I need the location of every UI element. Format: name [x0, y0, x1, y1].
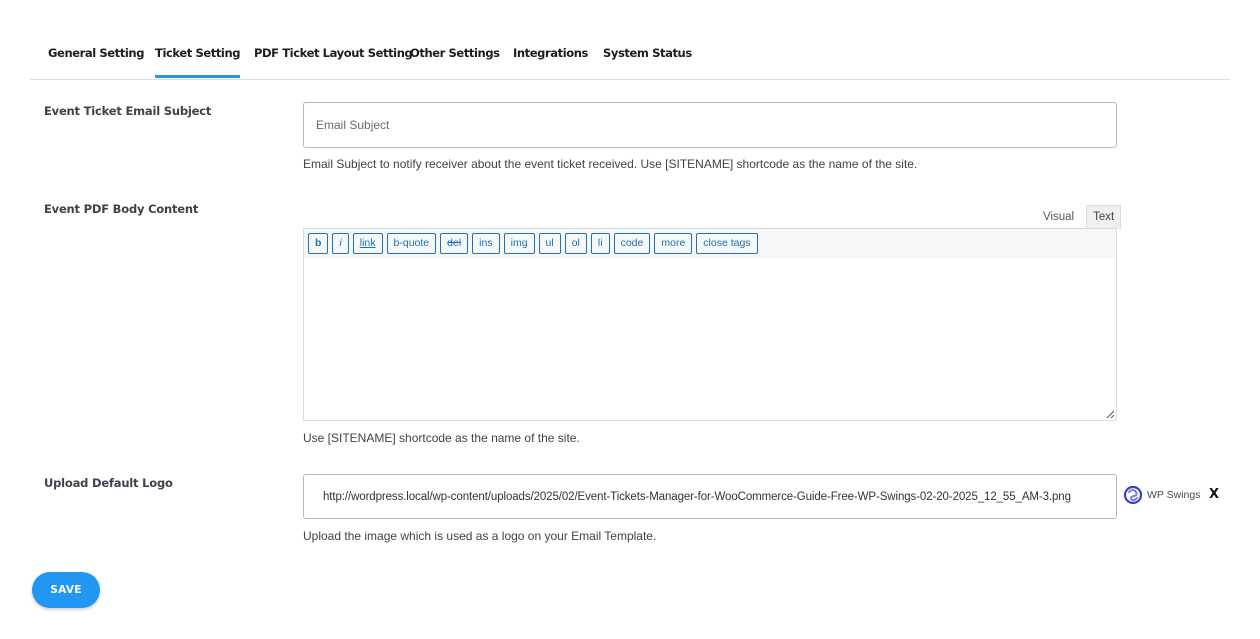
- wp-swings-logo-icon: [1123, 485, 1143, 505]
- resize-handle-icon[interactable]: [1106, 410, 1115, 419]
- editor-tab-visual[interactable]: Visual: [1036, 205, 1081, 229]
- quicktag-bold-button[interactable]: b: [308, 233, 329, 254]
- quicktag-code-button[interactable]: code: [613, 233, 651, 254]
- quicktag-ol-button[interactable]: ol: [564, 233, 587, 254]
- editor-tab-text[interactable]: Text: [1086, 205, 1122, 229]
- quicktag-blockquote-button[interactable]: b-quote: [386, 233, 437, 254]
- email-subject-field: [303, 102, 1117, 148]
- pdf-body-textarea[interactable]: [303, 258, 1117, 421]
- quicktag-close-tags-button[interactable]: close tags: [696, 233, 758, 254]
- upload-logo-label: Upload Default Logo: [44, 476, 173, 490]
- email-subject-input[interactable]: [316, 118, 1116, 132]
- tab-system-status[interactable]: System Status: [603, 46, 692, 78]
- quicktag-ul-button[interactable]: ul: [538, 233, 561, 254]
- upload-logo-description: Upload the image which is used as a logo…: [303, 529, 657, 543]
- quicktag-del-button[interactable]: del: [440, 233, 469, 254]
- logo-preview: WP Swings: [1123, 484, 1201, 506]
- quicktags-toolbar: b i link b-quote del ins img ul ol li co…: [303, 228, 1117, 259]
- quicktag-italic-button[interactable]: i: [332, 233, 349, 254]
- quicktag-link-button[interactable]: link: [352, 233, 383, 254]
- logo-url-field: [303, 474, 1117, 519]
- pdf-body-label: Event PDF Body Content: [44, 202, 199, 216]
- quicktag-img-button[interactable]: img: [503, 233, 535, 254]
- editor-mode-tabs: Visual Text: [1036, 205, 1122, 229]
- logo-preview-text: WP Swings: [1147, 489, 1201, 501]
- pdf-body-description: Use [SITENAME] shortcode as the name of …: [303, 431, 580, 445]
- save-button[interactable]: SAVE: [32, 572, 100, 608]
- settings-tabs: General Setting Ticket Setting PDF Ticke…: [30, 0, 1230, 80]
- quicktag-more-button[interactable]: more: [654, 233, 693, 254]
- tab-other-settings[interactable]: Other Settings: [410, 46, 500, 78]
- tab-general-setting[interactable]: General Setting: [48, 46, 144, 78]
- tab-ticket-setting[interactable]: Ticket Setting: [155, 46, 240, 78]
- remove-logo-button[interactable]: X: [1209, 487, 1219, 502]
- logo-url-input[interactable]: [323, 490, 1116, 503]
- email-subject-label: Event Ticket Email Subject: [44, 104, 212, 118]
- quicktag-li-button[interactable]: li: [590, 233, 610, 254]
- tab-pdf-ticket-layout-setting[interactable]: PDF Ticket Layout Setting: [254, 46, 413, 78]
- email-subject-description: Email Subject to notify receiver about t…: [303, 157, 918, 171]
- quicktag-ins-button[interactable]: ins: [472, 233, 500, 254]
- tab-integrations[interactable]: Integrations: [513, 46, 588, 78]
